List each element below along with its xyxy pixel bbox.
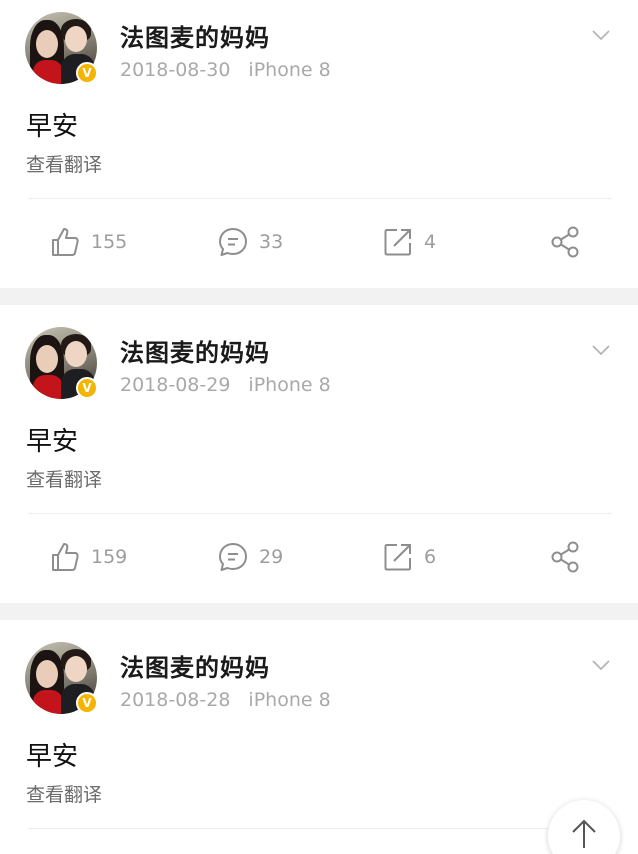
post-date: 2018-08-28 xyxy=(120,689,231,711)
post-text: 早安 xyxy=(26,742,79,772)
comment-bubble-icon xyxy=(219,228,247,256)
post-device: iPhone 8 xyxy=(248,374,331,396)
like-count: 155 xyxy=(91,231,128,253)
like-count: 159 xyxy=(91,546,128,568)
repost-button[interactable]: 4 xyxy=(382,222,436,262)
weibo-feed: V 法图麦的妈妈 2018-08-30 iPhone 8 早安 查看翻译 155 … xyxy=(0,0,638,854)
comment-bubble-icon xyxy=(219,543,247,571)
share-icon xyxy=(551,226,579,258)
action-bar: 155 33 4 xyxy=(0,222,638,262)
chevron-down-icon[interactable] xyxy=(591,340,611,360)
post-card: V 法图麦的妈妈 2018-08-28 iPhone 8 早安 查看翻译 xyxy=(0,620,638,854)
post-meta: 2018-08-28 iPhone 8 xyxy=(120,689,331,711)
thumbs-up-icon xyxy=(52,543,79,571)
post-date: 2018-08-29 xyxy=(120,374,231,396)
repost-count: 6 xyxy=(424,546,437,568)
action-bar: 159 29 6 xyxy=(0,537,638,577)
post-card: V 法图麦的妈妈 2018-08-29 iPhone 8 早安 查看翻译 159 … xyxy=(0,305,638,603)
post-device: iPhone 8 xyxy=(248,59,331,81)
share-button[interactable] xyxy=(549,222,583,262)
divider xyxy=(28,198,612,199)
chevron-down-icon[interactable] xyxy=(591,655,611,675)
post-text: 早安 xyxy=(26,112,79,142)
comment-count: 33 xyxy=(259,231,284,253)
arrow-up-icon xyxy=(572,819,596,848)
thumbs-up-icon xyxy=(52,228,79,256)
username[interactable]: 法图麦的妈妈 xyxy=(120,18,270,53)
verified-badge-icon: V xyxy=(76,62,98,84)
repost-icon xyxy=(384,544,411,571)
post-meta: 2018-08-30 iPhone 8 xyxy=(120,59,331,81)
view-translation-link[interactable]: 查看翻译 xyxy=(26,150,102,177)
repost-icon xyxy=(384,229,411,256)
divider xyxy=(28,828,612,829)
repost-count: 4 xyxy=(424,231,437,253)
post-card: V 法图麦的妈妈 2018-08-30 iPhone 8 早安 查看翻译 155 … xyxy=(0,0,638,288)
like-button[interactable]: 159 xyxy=(49,537,127,577)
username[interactable]: 法图麦的妈妈 xyxy=(120,648,270,683)
post-device: iPhone 8 xyxy=(248,689,331,711)
post-date: 2018-08-30 xyxy=(120,59,231,81)
view-translation-link[interactable]: 查看翻译 xyxy=(26,465,102,492)
post-meta: 2018-08-29 iPhone 8 xyxy=(120,374,331,396)
divider xyxy=(28,513,612,514)
share-button[interactable] xyxy=(549,537,583,577)
comment-count: 29 xyxy=(259,546,284,568)
comment-button[interactable]: 29 xyxy=(217,537,283,577)
verified-badge-icon: V xyxy=(76,692,98,714)
share-icon xyxy=(551,541,579,573)
repost-button[interactable]: 6 xyxy=(382,537,436,577)
verified-badge-icon: V xyxy=(76,377,98,399)
post-text: 早安 xyxy=(26,427,79,457)
username[interactable]: 法图麦的妈妈 xyxy=(120,333,270,368)
comment-button[interactable]: 33 xyxy=(217,222,283,262)
like-button[interactable]: 155 xyxy=(49,222,127,262)
view-translation-link[interactable]: 查看翻译 xyxy=(26,780,102,807)
chevron-down-icon[interactable] xyxy=(591,25,611,45)
